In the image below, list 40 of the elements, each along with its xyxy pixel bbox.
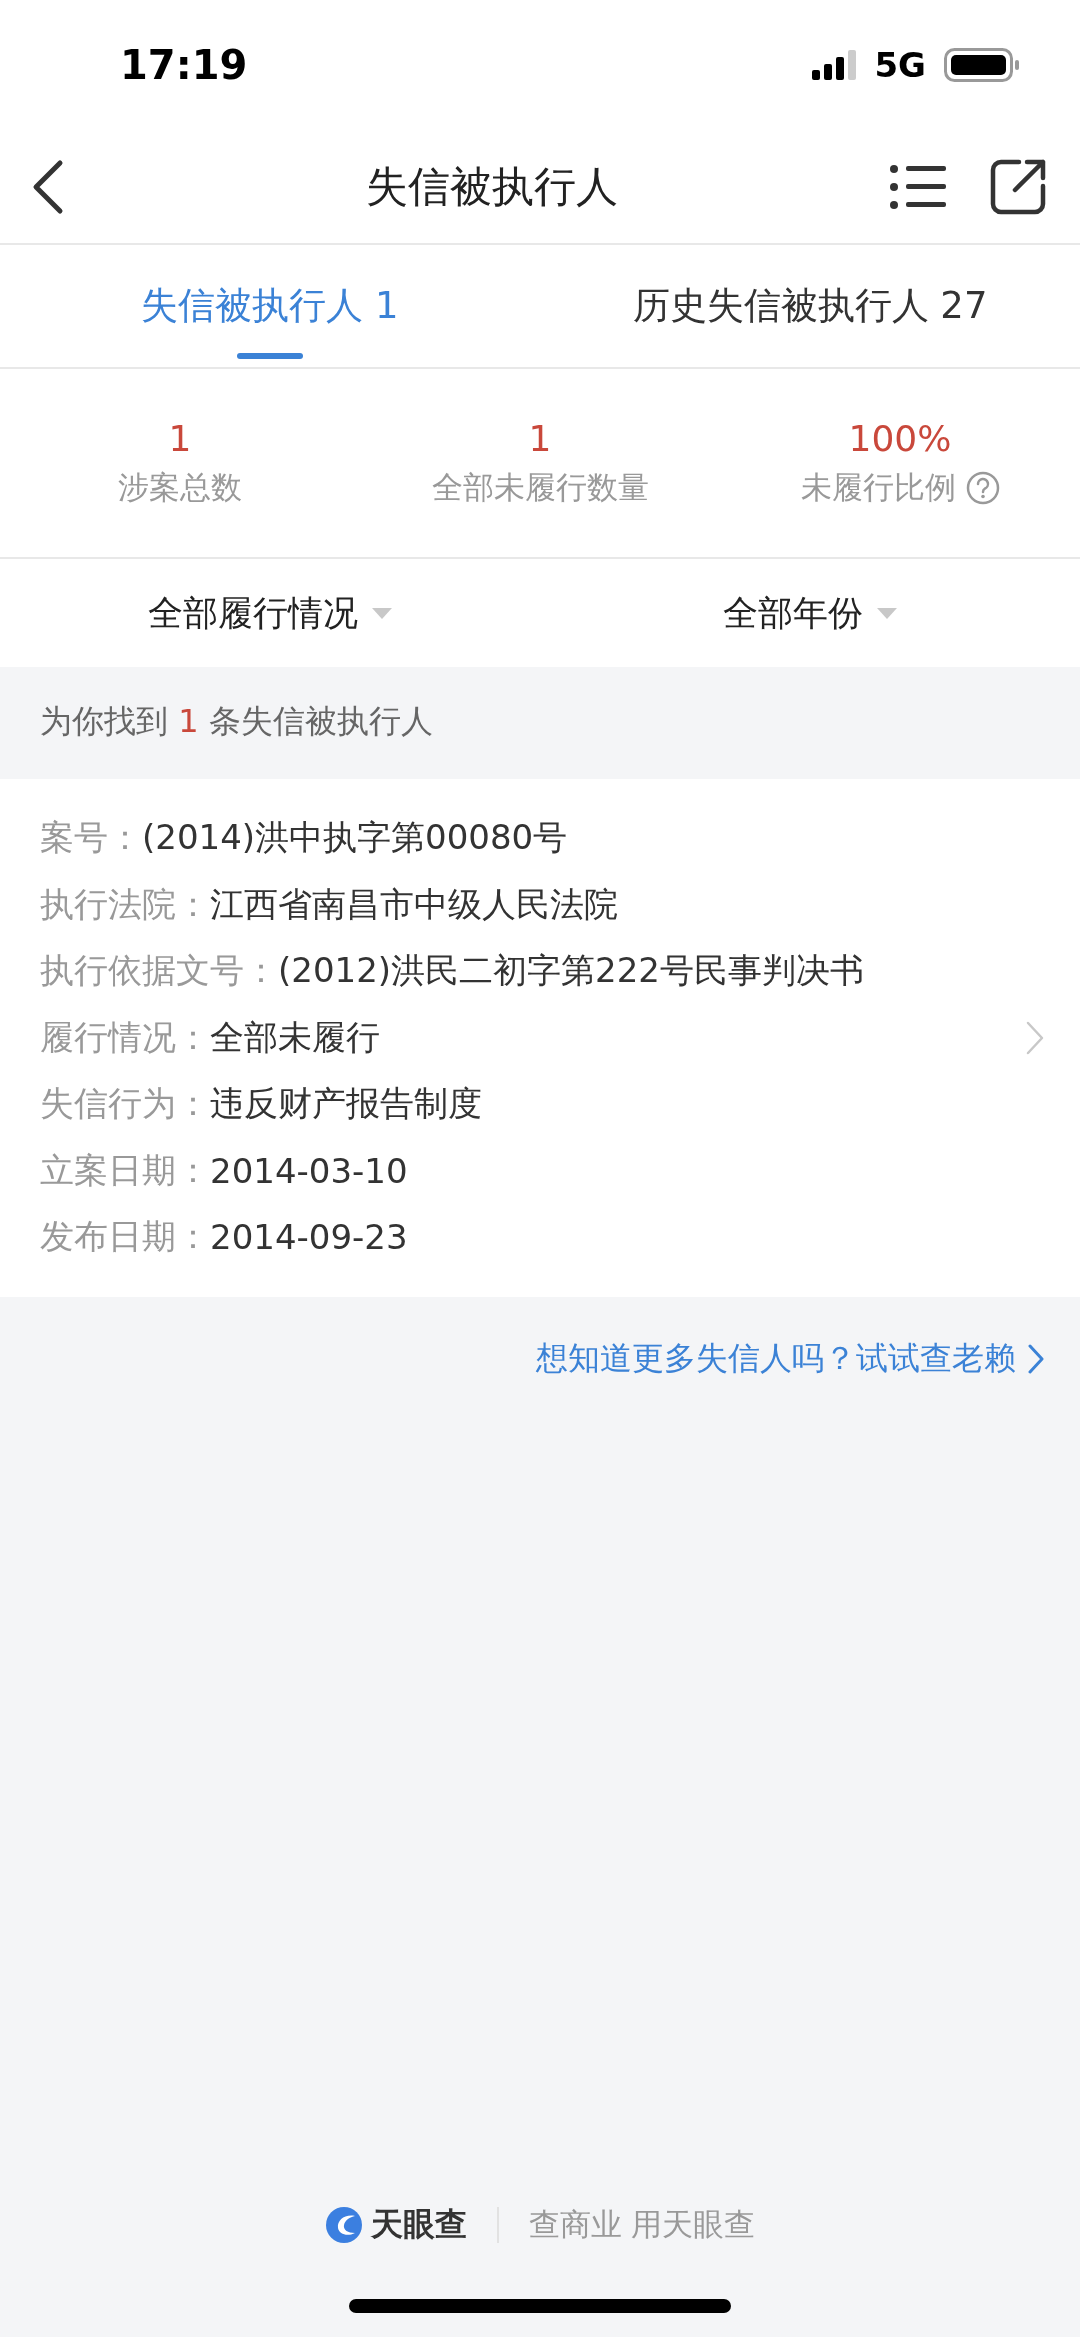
case-card[interactable]: 案号：(2014)洪中执字第00080号 执行法院：江西省南昌市中级人民法院 执行依据文号：(2012)洪民二初字第222号民事判决书 履行情况：全部未履行 失信行为：违反财产报告制度 立案日期：2014-03-10 发布日期：2014-09-23	[0, 779, 1080, 1297]
filter-dropdown[interactable]: 全部年份	[540, 559, 1080, 667]
filter-dropdown[interactable]: 全部履行情况	[0, 559, 540, 667]
caret-icon	[877, 607, 897, 619]
field-label: 履行情况：	[40, 1015, 210, 1059]
field-value: 江西省南昌市中级人民法院	[210, 882, 618, 926]
network-label: 5G	[874, 45, 926, 85]
field-label: 立案日期：	[40, 1148, 210, 1192]
field-label: 案号：	[40, 816, 142, 860]
field-value: 2014-09-23	[210, 1217, 408, 1258]
tab-indicator	[237, 353, 303, 359]
brand-name: 天眼查	[370, 2204, 467, 2245]
caret-icon	[372, 607, 392, 619]
chevron-icon	[1028, 1343, 1044, 1374]
tab[interactable]: 失信被执行人 1	[0, 245, 540, 367]
field-value: 违反财产报告制度	[210, 1082, 482, 1126]
tab[interactable]: 历史失信被执行人 27	[540, 245, 1080, 367]
battery-icon	[944, 48, 1020, 82]
field-label: 执行依据文号：	[40, 949, 278, 993]
result-count-text: 为你找到 1 条失信被执行人	[40, 701, 433, 742]
status-time: 17:19	[120, 42, 249, 88]
stat-label: 涉案总数	[118, 467, 242, 507]
stat-value: 100%	[848, 417, 952, 459]
field-label: 失信行为：	[40, 1082, 210, 1126]
brand-slogan: 查商业 用天眼查	[528, 2205, 756, 2244]
stat-label: 全部未履行数量	[431, 467, 649, 507]
field-value: 全部未履行	[210, 1015, 380, 1059]
field-value: (2012)洪民二初字第222号民事判决书	[278, 949, 864, 993]
brand-logo-icon	[324, 2206, 363, 2244]
more-link[interactable]: 想知道更多失信人吗？试试查老赖	[536, 1336, 1044, 1381]
chevron-icon	[1026, 1020, 1044, 1055]
field-label: 执行法院：	[40, 882, 210, 926]
help-icon[interactable]	[965, 470, 1000, 505]
field-label: 发布日期：	[40, 1215, 210, 1259]
stat-value: 1	[168, 417, 192, 459]
field-value: 2014-03-10	[210, 1150, 408, 1191]
field-value: (2014)洪中执字第00080号	[142, 816, 568, 860]
stat-value: 1	[528, 417, 552, 459]
stat-label: 未履行比例	[800, 467, 956, 507]
page-title: 失信被执行人	[365, 160, 619, 213]
